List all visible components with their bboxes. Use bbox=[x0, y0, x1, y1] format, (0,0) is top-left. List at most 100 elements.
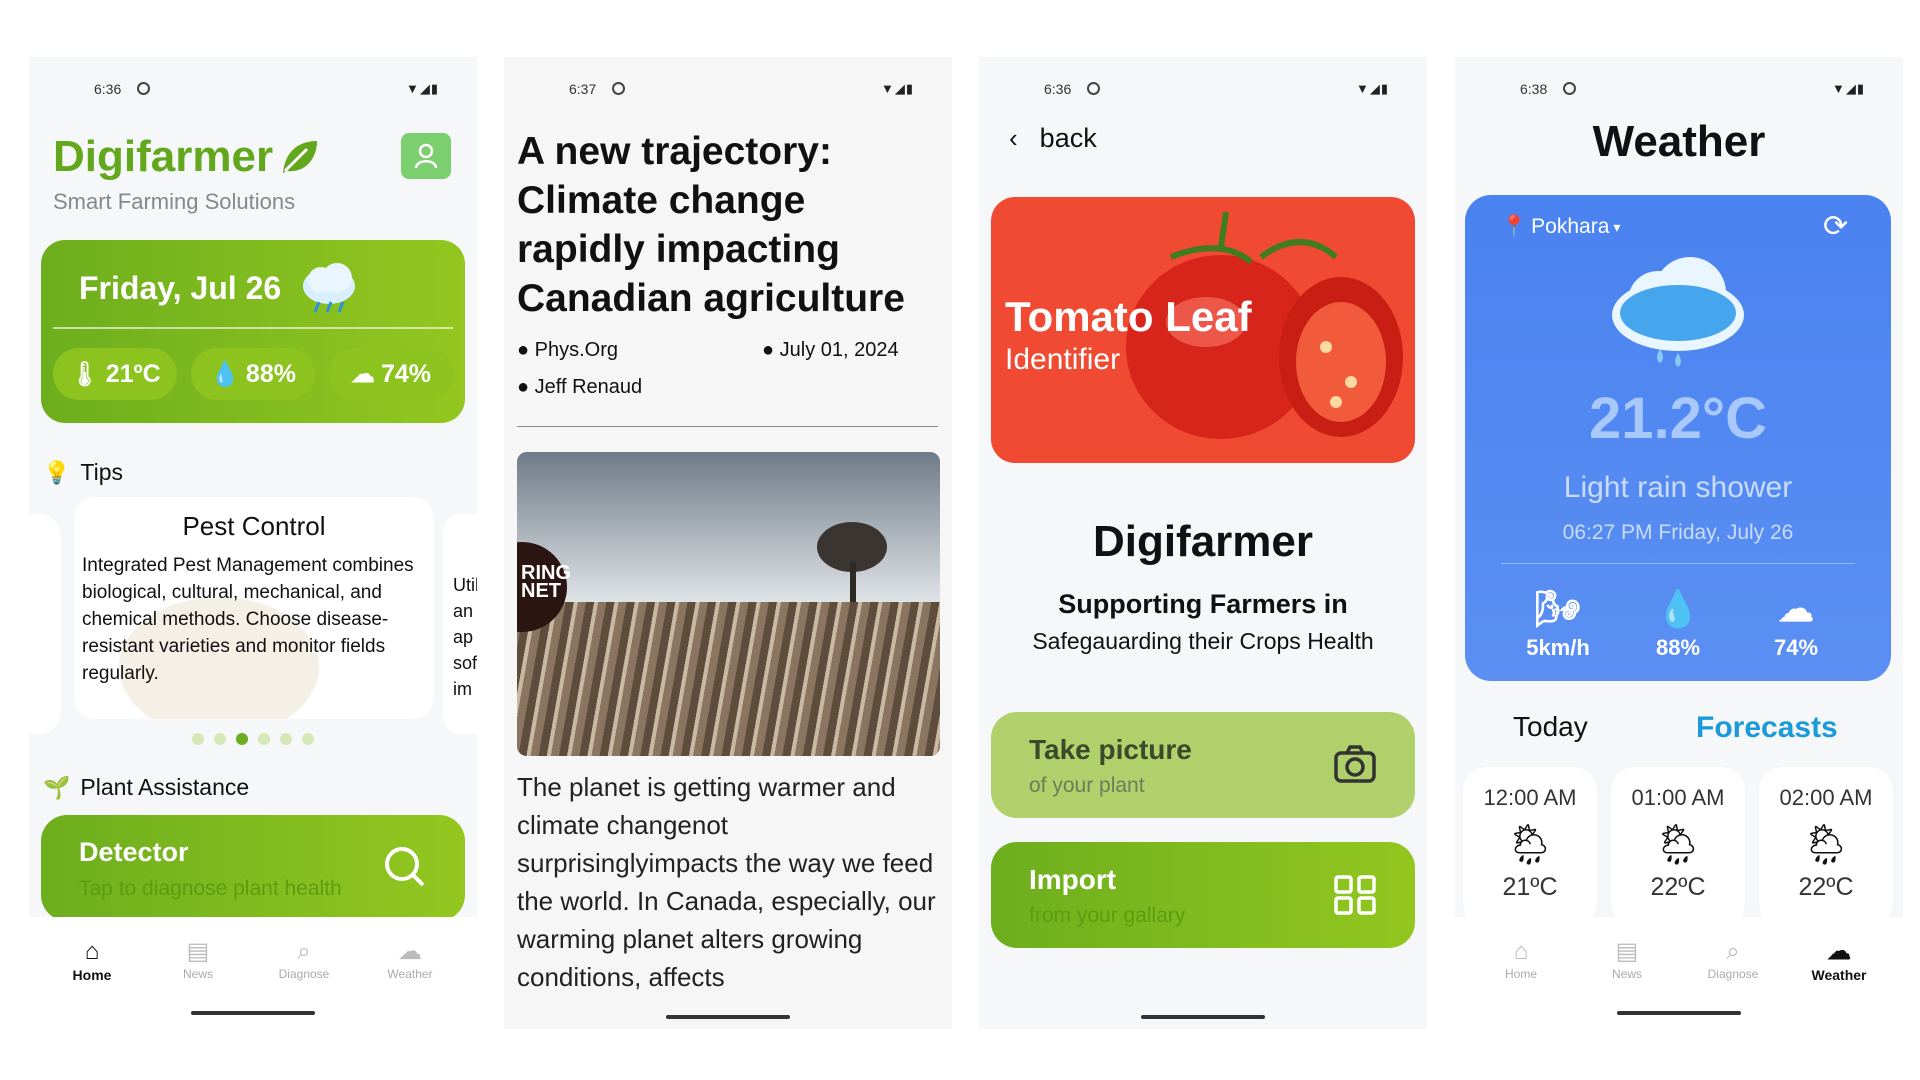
temperature-value: 21ºC bbox=[105, 359, 161, 388]
carousel-dots[interactable] bbox=[29, 732, 477, 750]
wind-icon: 🌬 bbox=[1535, 588, 1581, 629]
weather-screen: 6:38 ▼◢▮ Weather 📍 Pokhara ▾ ⟳ 21.2°C Li… bbox=[1455, 57, 1903, 1029]
carousel-dot[interactable] bbox=[236, 733, 248, 745]
hourly-card[interactable]: 12:00 AM 🌦 21ºC bbox=[1463, 767, 1597, 927]
cloud-icon: ☁ bbox=[398, 938, 422, 965]
banner-title: Tomato Leaf bbox=[1005, 293, 1252, 340]
import-button[interactable]: Import from your gallary bbox=[991, 842, 1415, 948]
tab-forecasts[interactable]: Forecasts bbox=[1696, 711, 1838, 745]
divider bbox=[517, 426, 938, 427]
nav-label: Diagnose bbox=[1707, 967, 1759, 981]
current-temperature: 21.2°C bbox=[1589, 386, 1767, 451]
date-label: July 01, 2024 bbox=[779, 339, 899, 361]
status-time: 6:37 bbox=[569, 81, 597, 97]
author-label: Jeff Renaud bbox=[534, 376, 643, 398]
app-logo: Digifarmer bbox=[53, 132, 319, 182]
gesture-handle[interactable] bbox=[191, 1011, 315, 1015]
tip-body: Integrated Pest Management combines biol… bbox=[82, 555, 414, 684]
nav-news[interactable]: ▤ News bbox=[1587, 937, 1667, 981]
nav-weather[interactable]: ☁ Weather bbox=[1799, 937, 1879, 983]
app-tagline: Smart Farming Solutions bbox=[53, 189, 296, 214]
today-date: Friday, Jul 26 bbox=[79, 270, 282, 306]
rainbow-cloud-icon: 🌦 bbox=[1652, 823, 1704, 867]
status-bar: 6:37 ▼◢▮ bbox=[504, 79, 952, 99]
nav-news[interactable]: ▤ News bbox=[158, 937, 238, 981]
carousel-dot[interactable] bbox=[214, 733, 226, 745]
today-weather-card[interactable]: Friday, Jul 26 🌡 21ºC 💧 88% ☁ 74% bbox=[41, 240, 465, 423]
bottom-navigation: ⌂ Home ▤ News ⌕ Diagnose ☁ Weather bbox=[1455, 917, 1903, 1029]
plant-assistance-header: 🌱 Plant Assistance bbox=[43, 774, 249, 801]
nav-label: News bbox=[1611, 967, 1642, 981]
cloud-value: 74% bbox=[1773, 635, 1819, 660]
hour-temp: 22ºC bbox=[1650, 873, 1706, 901]
subheadline: Safegauarding their Crops Health bbox=[1032, 628, 1374, 654]
user-icon bbox=[414, 143, 438, 169]
weather-condition: Light rain shower bbox=[1563, 471, 1793, 504]
divider bbox=[1501, 563, 1855, 564]
lightbulb-icon: 💡 bbox=[43, 459, 71, 485]
crop-field bbox=[517, 602, 940, 756]
take-picture-title: Take picture bbox=[1029, 734, 1192, 765]
carousel-dot[interactable] bbox=[302, 733, 314, 745]
grid-icon bbox=[1334, 875, 1376, 915]
tip-card-previous[interactable] bbox=[29, 514, 61, 734]
nav-label: Weather bbox=[387, 967, 433, 981]
profile-button[interactable] bbox=[401, 133, 451, 179]
gesture-handle[interactable] bbox=[666, 1015, 790, 1019]
humidity-chip: 💧 88% bbox=[191, 348, 315, 400]
hour-time: 01:00 AM bbox=[1631, 785, 1725, 810]
tip-next-line: sof bbox=[453, 653, 477, 673]
article-source[interactable]: ● Phys.Org bbox=[517, 339, 618, 362]
refresh-icon[interactable]: ⟳ bbox=[1823, 209, 1848, 244]
news-icon: ▤ bbox=[1615, 938, 1639, 965]
nav-home[interactable]: ⌂ Home bbox=[52, 937, 132, 983]
status-indicator-icon bbox=[137, 82, 150, 95]
wind-value: 5km/h bbox=[1526, 635, 1590, 660]
tip-card-next[interactable]: Util an ap sof im bbox=[443, 514, 477, 734]
detector-title: Detector bbox=[79, 837, 189, 867]
nav-weather[interactable]: ☁ Weather bbox=[370, 937, 450, 981]
nav-diagnose[interactable]: ⌕ Diagnose bbox=[1693, 937, 1773, 981]
leaf-icon bbox=[283, 141, 318, 173]
back-button[interactable]: ‹ back bbox=[1009, 123, 1097, 154]
signal-battery-icon: ▼◢▮ bbox=[1355, 81, 1389, 96]
headline: Supporting Farmers in bbox=[1058, 589, 1348, 619]
take-picture-subtitle: of your plant bbox=[1029, 774, 1145, 797]
humidity-value: 88% bbox=[1655, 635, 1701, 660]
carousel-dot[interactable] bbox=[258, 733, 270, 745]
signal-battery-icon: ▼◢▮ bbox=[405, 81, 439, 96]
article-title: A new trajectory: Climate change rapidly… bbox=[517, 130, 905, 320]
rainbow-cloud-icon: 🌦 bbox=[1504, 823, 1556, 867]
sprout-icon: 🌱 bbox=[43, 774, 71, 800]
droplet-icon: 💧 bbox=[210, 360, 240, 388]
humidity-icon: 💧 bbox=[1655, 588, 1701, 629]
hourly-card[interactable]: 01:00 AM 🌦 22ºC bbox=[1611, 767, 1745, 927]
home-icon: ⌂ bbox=[1513, 938, 1529, 965]
chevron-left-icon: ‹ bbox=[1009, 123, 1018, 153]
gesture-handle[interactable] bbox=[1141, 1015, 1265, 1019]
status-bar: 6:36 ▼◢▮ bbox=[29, 79, 477, 99]
search-icon bbox=[385, 847, 425, 887]
status-time: 6:36 bbox=[94, 81, 122, 97]
carousel-dot[interactable] bbox=[192, 733, 204, 745]
location-selector[interactable]: 📍 Pokhara ▾ bbox=[1501, 215, 1620, 239]
carousel-dot[interactable] bbox=[280, 733, 292, 745]
gesture-handle[interactable] bbox=[1617, 1011, 1741, 1015]
hour-time: 12:00 AM bbox=[1483, 785, 1577, 810]
home-screen: 6:36 ▼◢▮ Digifarmer Smart Farming Soluti… bbox=[29, 57, 477, 1029]
hourly-card[interactable]: 02:00 AM 🌦 22ºC bbox=[1759, 767, 1893, 927]
tip-next-line: Util bbox=[453, 575, 477, 595]
tip-card[interactable]: Pest Control Integrated Pest Management … bbox=[74, 497, 434, 719]
detector-subtitle: Tap to diagnose plant health bbox=[79, 877, 342, 900]
sky bbox=[517, 452, 940, 602]
tip-title: Pest Control bbox=[182, 511, 326, 541]
article-image: RING NET bbox=[517, 452, 940, 756]
tomato-banner[interactable]: Tomato Leaf Identifier bbox=[991, 197, 1415, 463]
take-picture-button[interactable]: Take picture of your plant bbox=[991, 712, 1415, 818]
humidity-stat: 💧 88% bbox=[1618, 583, 1738, 661]
tab-today[interactable]: Today bbox=[1513, 711, 1588, 743]
nav-home[interactable]: ⌂ Home bbox=[1481, 937, 1561, 981]
detector-button[interactable]: Detector Tap to diagnose plant health bbox=[41, 815, 465, 921]
cloud-chip: ☁ 74% bbox=[329, 348, 453, 400]
nav-diagnose[interactable]: ⌕ Diagnose bbox=[264, 937, 344, 981]
